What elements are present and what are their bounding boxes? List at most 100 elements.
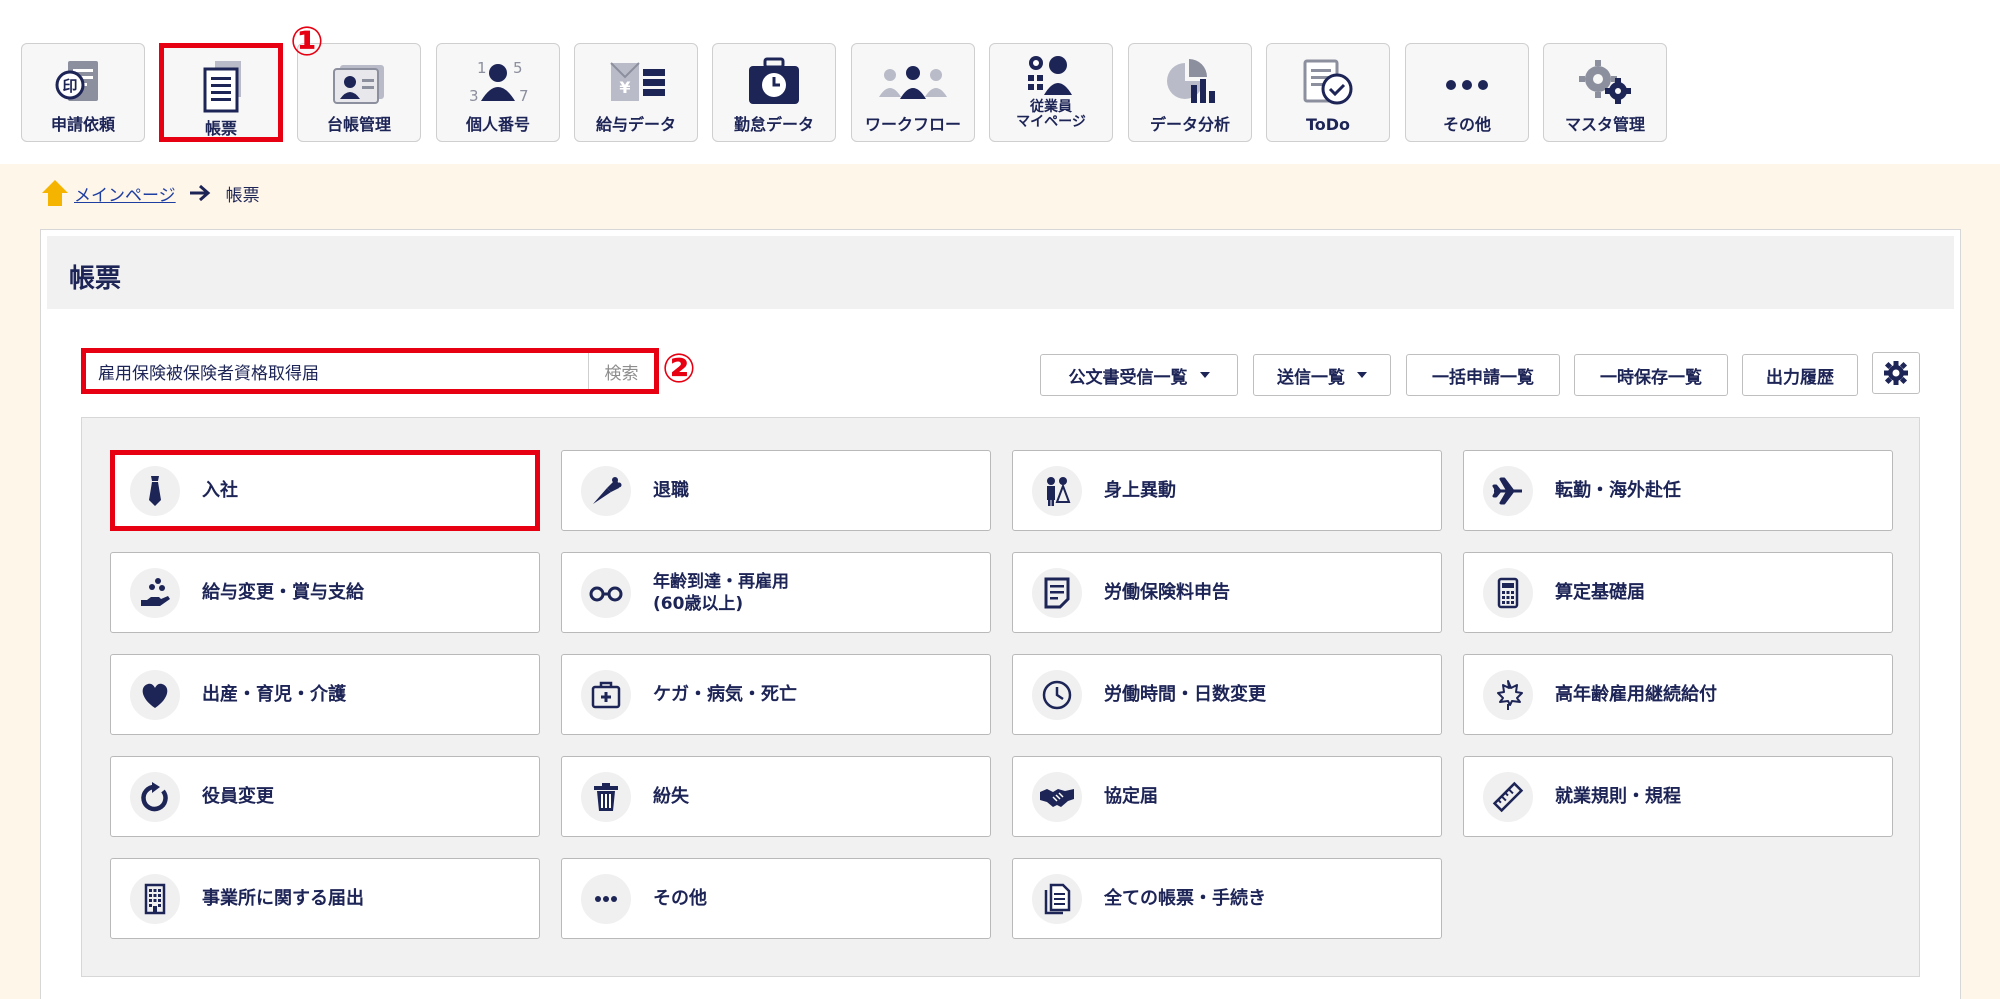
category-card-childcare[interactable]: 出産・育児・介護: [110, 654, 540, 735]
category-card-working-hours[interactable]: 労働時間・日数変更: [1012, 654, 1442, 735]
temp-saved-list-button[interactable]: 一時保存一覧: [1574, 354, 1728, 396]
nav-other[interactable]: その他: [1405, 43, 1529, 142]
category-card-transfer[interactable]: 転勤・海外赴任: [1463, 450, 1893, 531]
settings-button[interactable]: [1872, 352, 1920, 394]
category-label: 退職: [653, 479, 689, 501]
nav-apply-request[interactable]: 印 申請依頼: [21, 43, 145, 142]
category-label: 事業所に関する届出: [202, 887, 364, 909]
stamp-document-icon: 印: [43, 54, 123, 110]
category-label: 入社: [202, 479, 238, 501]
couple-icon: [1032, 465, 1082, 516]
category-card-office-notice[interactable]: 事業所に関する届出: [110, 858, 540, 939]
chart-analysis-icon: [1150, 54, 1230, 110]
nav-label: データ分析: [1149, 115, 1230, 134]
handshake-icon: [1032, 771, 1082, 822]
arrow-right-icon: [189, 184, 210, 202]
sent-list-dropdown[interactable]: 送信一覧: [1253, 354, 1391, 396]
first-aid-icon: [581, 669, 631, 720]
nav-workflow[interactable]: ワークフロー: [851, 43, 975, 142]
nav-label: 申請依頼: [50, 115, 115, 134]
breadcrumb-home-link[interactable]: メインページ: [74, 181, 176, 206]
heart-icon: [130, 669, 180, 720]
nav-label: マスタ管理: [1564, 115, 1645, 134]
svg-text:7: 7: [519, 87, 529, 105]
calculator-icon: [1483, 567, 1533, 618]
workflow-people-icon: [873, 54, 953, 110]
search-button[interactable]: 検索: [588, 353, 654, 389]
clock-bag-icon: [734, 54, 814, 110]
breadcrumb: メインページ 帳票: [40, 177, 260, 209]
glasses-icon: [581, 567, 631, 618]
nav-salary-data[interactable]: ¥ 給与データ: [574, 43, 698, 142]
category-label: 労働時間・日数変更: [1104, 683, 1266, 705]
step-marker-2: ②: [662, 346, 696, 392]
category-card-elderly-employment[interactable]: 高年齢雇用継続給付: [1463, 654, 1893, 735]
category-label: 協定届: [1104, 785, 1158, 807]
maple-leaf-icon: [1483, 669, 1533, 720]
nav-master-management[interactable]: マスタ管理: [1543, 43, 1667, 142]
category-card-joining[interactable]: 入社: [110, 450, 540, 531]
category-card-all-forms[interactable]: 全ての帳票・手続き: [1012, 858, 1442, 939]
nav-label: ワークフロー: [864, 115, 961, 134]
category-card-officer-change[interactable]: 役員変更: [110, 756, 540, 837]
nav-employee-mypage[interactable]: 従業員 マイページ: [989, 43, 1113, 142]
document-icon: [181, 58, 261, 114]
category-label: その他: [653, 887, 707, 909]
category-card-work-rules[interactable]: 就業規則・規程: [1463, 756, 1893, 837]
category-card-age-reemployment[interactable]: 年齢到達・再雇用 (60歳以上): [561, 552, 991, 633]
category-label: 就業規則・規程: [1555, 785, 1681, 807]
category-card-retirement[interactable]: 退職: [561, 450, 991, 531]
caret-down-icon: [1199, 372, 1210, 378]
employee-page-icon: [1011, 50, 1091, 100]
svg-text:3: 3: [469, 87, 479, 105]
category-card-base-calc[interactable]: 算定基礎届: [1463, 552, 1893, 633]
search-input[interactable]: [86, 353, 588, 389]
category-label: 出産・育児・介護: [202, 683, 346, 705]
batch-list-button[interactable]: 一括申請一覧: [1406, 354, 1560, 396]
nav-personal-number[interactable]: 1537 個人番号: [436, 43, 560, 142]
category-card-labor-insurance[interactable]: 労働保険料申告: [1012, 552, 1442, 633]
category-label: 給与変更・賞与支給: [202, 581, 364, 603]
category-card-salary-change[interactable]: 給与変更・賞与支給: [110, 552, 540, 633]
category-label: 高年齢雇用継続給付: [1555, 683, 1717, 705]
category-card-injury[interactable]: ケガ・病気・死亡: [561, 654, 991, 735]
home-icon: [42, 180, 68, 206]
top-nav: 印 申請依頼 帳票 台帳管理 1537 個人番号 ¥ 給与データ 勤怠データ ワ…: [0, 0, 2000, 164]
category-label: 転勤・海外赴任: [1555, 479, 1681, 501]
nav-label: 従業員 マイページ: [1016, 99, 1086, 130]
received-docs-dropdown[interactable]: 公文書受信一覧: [1040, 354, 1238, 396]
gear-icon: [1884, 361, 1908, 385]
dropdown-label: 送信一覧: [1277, 367, 1345, 388]
building-icon: [130, 873, 180, 924]
ruler-icon: [1483, 771, 1533, 822]
panel-header: 帳票: [47, 236, 1954, 309]
yen-envelope-icon: ¥: [596, 54, 676, 110]
category-grid: 入社 退職 身上異動 転勤・海外赴任 給与変更・賞与支給 年齢到達・再雇用 (6…: [81, 417, 1920, 977]
nav-label: その他: [1442, 115, 1491, 134]
svg-text:1: 1: [477, 59, 487, 77]
category-label: 身上異動: [1104, 479, 1176, 501]
svg-text:¥: ¥: [619, 78, 630, 97]
more-dots-icon: [581, 873, 631, 924]
category-card-agreement[interactable]: 協定届: [1012, 756, 1442, 837]
nav-forms[interactable]: 帳票: [159, 43, 283, 142]
clock-icon: [1032, 669, 1082, 720]
nav-todo[interactable]: ToDo: [1266, 43, 1390, 142]
nav-label: 帳票: [204, 119, 237, 138]
nav-attendance-data[interactable]: 勤怠データ: [712, 43, 836, 142]
nav-label: 個人番号: [465, 115, 530, 134]
airplane-icon: [1483, 465, 1533, 516]
nav-label: 給与データ: [595, 115, 676, 134]
todo-check-icon: [1288, 54, 1368, 110]
bouquet-icon: [581, 465, 631, 516]
category-card-personal-change[interactable]: 身上異動: [1012, 450, 1442, 531]
hand-coins-icon: [130, 567, 180, 618]
category-label: 年齢到達・再雇用 (60歳以上): [653, 571, 789, 614]
category-card-other[interactable]: その他: [561, 858, 991, 939]
nav-label: 台帳管理: [326, 115, 391, 134]
output-history-button[interactable]: 出力履歴: [1742, 354, 1858, 396]
svg-text:印: 印: [62, 77, 77, 95]
category-label: ケガ・病気・死亡: [653, 683, 797, 705]
nav-data-analysis[interactable]: データ分析: [1128, 43, 1252, 142]
category-card-lost[interactable]: 紛失: [561, 756, 991, 837]
